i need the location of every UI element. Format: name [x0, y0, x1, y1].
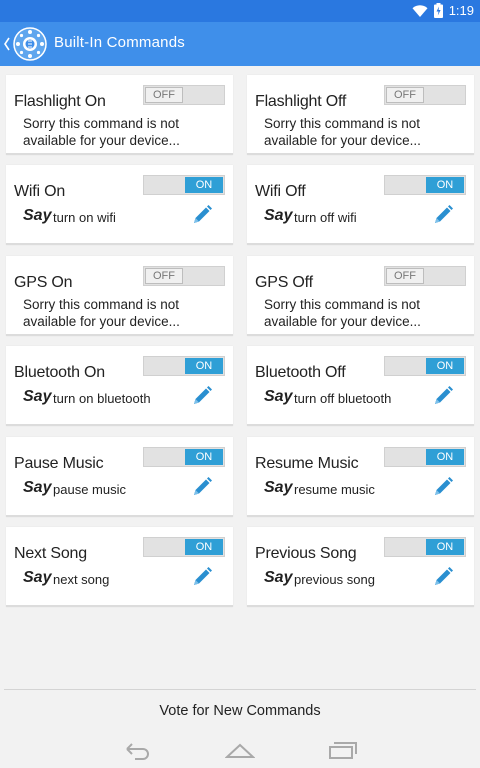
voice-phrase: next song [53, 572, 110, 587]
command-title: Previous Song [255, 545, 357, 562]
command-list: Flashlight On OFF Sorry this command is … [0, 66, 480, 688]
voice-phrase: turn on bluetooth [53, 391, 151, 406]
command-toggle[interactable]: ON [143, 356, 225, 376]
command-title: Wifi Off [255, 183, 306, 200]
pencil-icon[interactable] [191, 566, 213, 588]
status-time: 1:19 [448, 3, 474, 18]
home-icon[interactable] [225, 740, 255, 760]
command-title: GPS Off [255, 274, 313, 291]
command-card-pause-music: Pause Music ON Say pause music [6, 437, 233, 517]
pencil-icon[interactable] [432, 566, 454, 588]
navigation-bar [0, 732, 480, 768]
say-label: Say [264, 388, 293, 405]
pencil-icon[interactable] [191, 385, 213, 407]
toggle-state: ON [426, 177, 464, 193]
command-card-next-song: Next Song ON Say next song [6, 527, 233, 607]
command-card-flashlight-off: Flashlight Off OFF Sorry this command is… [247, 75, 474, 155]
command-toggle[interactable]: ON [384, 537, 466, 557]
command-title: Bluetooth On [14, 364, 105, 381]
command-card-bluetooth-on: Bluetooth On ON Say turn on bluetooth [6, 346, 233, 426]
say-label: Say [23, 479, 52, 496]
say-label: Say [264, 207, 293, 224]
say-label: Say [264, 569, 293, 586]
toggle-state: ON [426, 539, 464, 555]
unavailable-message: Sorry this command is not available for … [23, 116, 180, 148]
toggle-state: OFF [386, 268, 424, 284]
toggle-state: ON [426, 358, 464, 374]
toggle-state: ON [185, 449, 223, 465]
command-toggle[interactable]: ON [384, 447, 466, 467]
action-bar: Built-In Commands [0, 22, 480, 66]
say-label: Say [23, 388, 52, 405]
unavailable-message: Sorry this command is not available for … [23, 297, 180, 329]
unavailable-message: Sorry this command is not available for … [264, 297, 421, 329]
command-toggle[interactable]: ON [143, 537, 225, 557]
pencil-icon[interactable] [191, 476, 213, 498]
say-label: Say [23, 569, 52, 586]
pencil-icon[interactable] [432, 204, 454, 226]
voice-phrase: pause music [53, 482, 126, 497]
toggle-state: OFF [145, 87, 183, 103]
command-title: Bluetooth Off [255, 364, 346, 381]
command-card-gps-off: GPS Off OFF Sorry this command is not av… [247, 256, 474, 336]
say-label: Say [264, 479, 293, 496]
toggle-state: ON [185, 358, 223, 374]
pencil-icon[interactable] [432, 476, 454, 498]
status-bar: 1:19 [0, 0, 480, 22]
voice-phrase: previous song [294, 572, 375, 587]
toggle-state: ON [185, 539, 223, 555]
command-title: Flashlight On [14, 93, 106, 110]
command-toggle[interactable]: ON [384, 356, 466, 376]
command-card-flashlight-on: Flashlight On OFF Sorry this command is … [6, 75, 233, 155]
command-card-bluetooth-off: Bluetooth Off ON Say turn off bluetooth [247, 346, 474, 426]
app-logo-icon[interactable] [12, 26, 48, 62]
command-card-wifi-on: Wifi On ON Say turn on wifi [6, 165, 233, 245]
say-label: Say [23, 207, 52, 224]
command-toggle[interactable]: OFF [384, 85, 466, 105]
command-card-wifi-off: Wifi Off ON Say turn off wifi [247, 165, 474, 245]
app-title: Built-In Commands [54, 34, 185, 51]
command-toggle[interactable]: OFF [143, 85, 225, 105]
unavailable-message: Sorry this command is not available for … [264, 116, 421, 148]
command-card-gps-on: GPS On OFF Sorry this command is not ava… [6, 256, 233, 336]
battery-icon [433, 3, 443, 18]
toggle-state: OFF [386, 87, 424, 103]
command-toggle[interactable]: ON [143, 175, 225, 195]
command-title: Wifi On [14, 183, 66, 200]
pencil-icon[interactable] [432, 385, 454, 407]
command-toggle[interactable]: ON [384, 175, 466, 195]
back-icon[interactable] [123, 740, 153, 760]
command-card-resume-music: Resume Music ON Say resume music [247, 437, 474, 517]
wifi-signal-icon [412, 4, 428, 17]
chevron-left-icon[interactable] [2, 34, 12, 54]
toggle-state: ON [185, 177, 223, 193]
command-title: Flashlight Off [255, 93, 347, 110]
command-card-previous-song: Previous Song ON Say previous song [247, 527, 474, 607]
command-toggle[interactable]: OFF [143, 266, 225, 286]
pencil-icon[interactable] [191, 204, 213, 226]
toggle-state: ON [426, 449, 464, 465]
voice-phrase: turn off wifi [294, 210, 357, 225]
status-icons: 1:19 [412, 3, 474, 18]
recents-icon[interactable] [328, 740, 358, 760]
command-toggle[interactable]: ON [143, 447, 225, 467]
voice-phrase: turn off bluetooth [294, 391, 392, 406]
command-toggle[interactable]: OFF [384, 266, 466, 286]
vote-new-commands-button[interactable]: Vote for New Commands [0, 690, 480, 732]
toggle-state: OFF [145, 268, 183, 284]
command-title: Next Song [14, 545, 87, 562]
voice-phrase: resume music [294, 482, 375, 497]
command-title: GPS On [14, 274, 73, 291]
voice-phrase: turn on wifi [53, 210, 116, 225]
command-title: Resume Music [255, 455, 359, 472]
command-title: Pause Music [14, 455, 104, 472]
